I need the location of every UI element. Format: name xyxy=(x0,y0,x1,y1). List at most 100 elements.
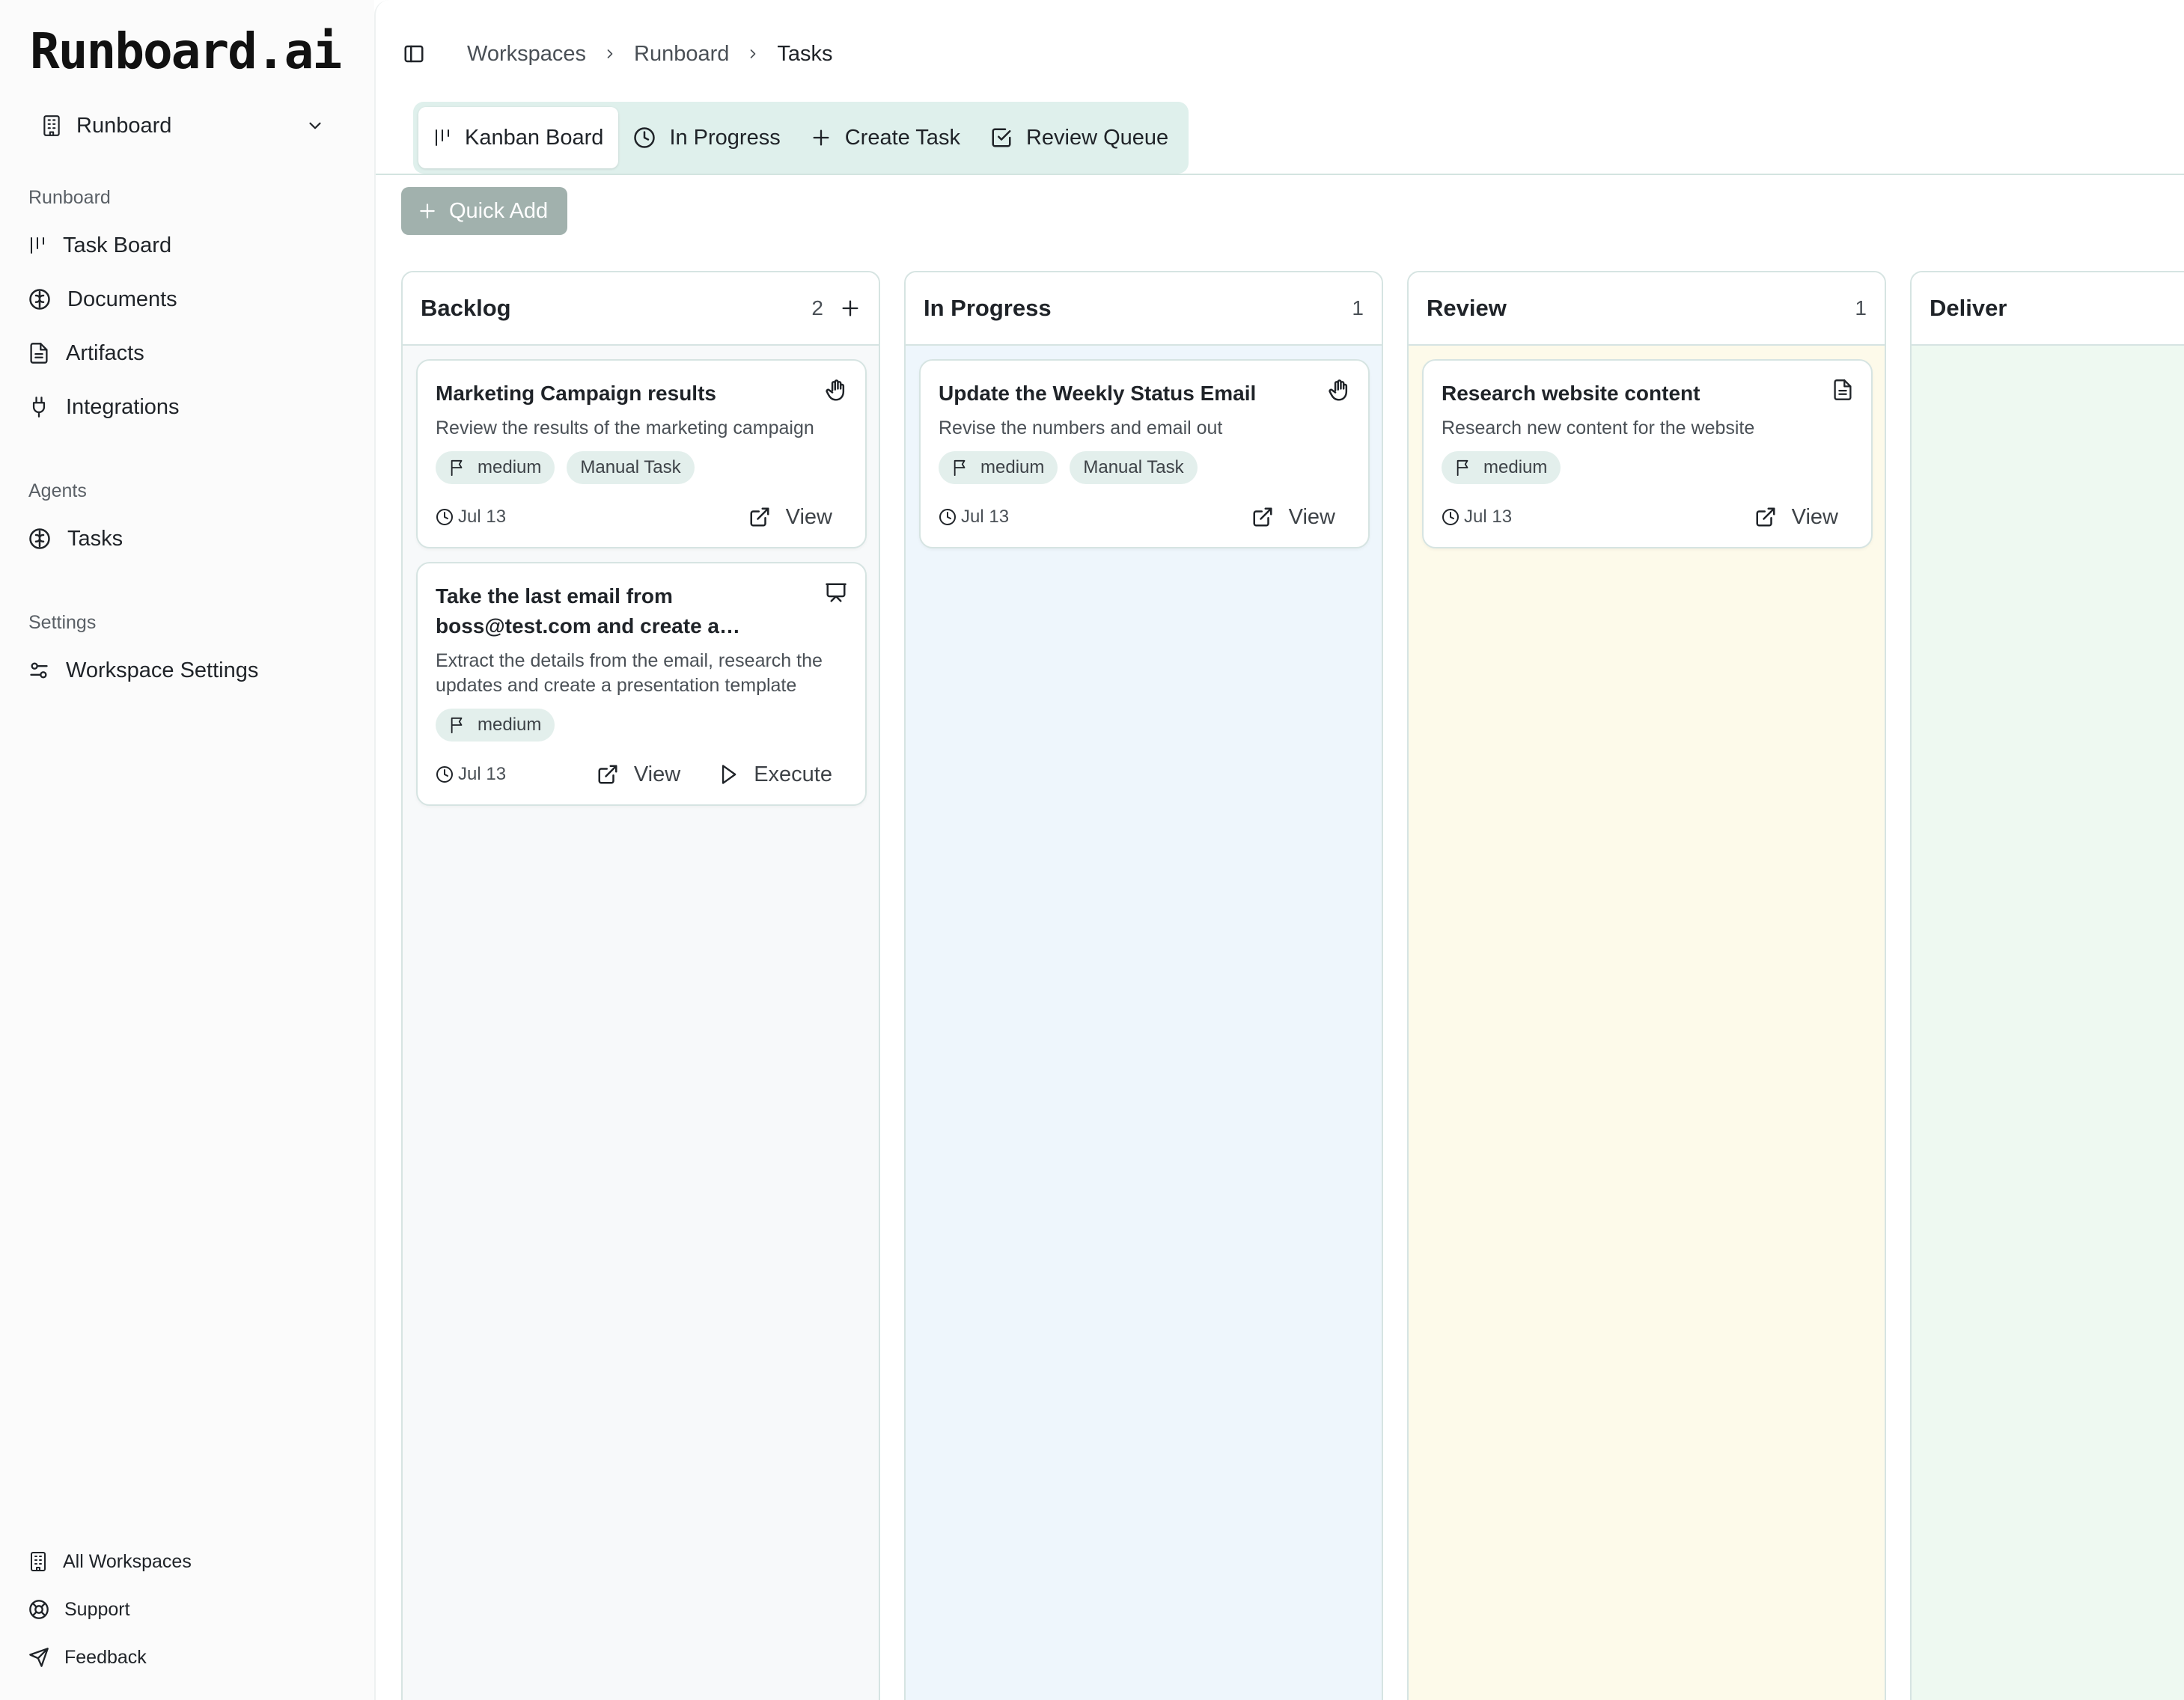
sidebar-item-label: Artifacts xyxy=(66,340,144,365)
breadcrumb-workspaces[interactable]: Workspaces xyxy=(467,42,586,67)
task-card[interactable]: Marketing Campaign results Review the re… xyxy=(416,359,867,548)
clock-icon xyxy=(939,508,957,526)
tag-label: Manual Task xyxy=(580,457,681,477)
task-card[interactable]: Take the last email from boss@test.com a… xyxy=(416,562,867,806)
card-date: Jul 13 xyxy=(939,507,1215,528)
workspace-select-value: Runboard xyxy=(76,113,172,138)
quick-add-button[interactable]: Quick Add xyxy=(401,187,567,235)
column-backlog: Backlog 2 Marketing Campaign results Rev… xyxy=(401,271,880,1700)
external-link-icon xyxy=(1754,506,1777,528)
column-title: In Progress xyxy=(924,295,1052,321)
card-description: Extract the details from the email, rese… xyxy=(436,650,823,696)
footer-item-label: All Workspaces xyxy=(63,1550,192,1572)
view-button[interactable]: View xyxy=(1251,505,1350,530)
breadcrumb-runboard[interactable]: Runboard xyxy=(634,42,729,67)
workspace-select[interactable]: Runboard xyxy=(30,102,337,150)
kanban-icon xyxy=(28,236,46,255)
task-card[interactable]: Update the Weekly Status Email Revise th… xyxy=(919,359,1370,548)
sidebar-item-integrations[interactable]: Integrations xyxy=(28,385,343,429)
column-header: Review 1 xyxy=(1409,272,1885,346)
check-square-icon xyxy=(990,126,1013,149)
flag-icon xyxy=(1455,459,1471,477)
brain-icon xyxy=(28,288,51,311)
sidebar-item-documents[interactable]: Documents xyxy=(28,277,343,322)
plug-icon xyxy=(28,396,49,418)
sidebar-item-tasks[interactable]: Tasks xyxy=(28,516,343,561)
task-card[interactable]: Research website content Research new co… xyxy=(1422,359,1873,548)
date-label: Jul 13 xyxy=(1464,507,1513,527)
sidebar-item-label: Documents xyxy=(67,287,177,311)
column-deliver: Deliver xyxy=(1910,271,2184,1700)
tab-label: In Progress xyxy=(669,125,781,150)
brand-logo: Runboard.ai xyxy=(30,22,342,80)
clock-icon xyxy=(633,126,656,149)
view-button[interactable]: View xyxy=(597,762,695,787)
kanban-icon xyxy=(433,128,451,147)
clock-icon xyxy=(436,765,454,783)
column-in-progress: In Progress 1 Update the Weekly Status E… xyxy=(904,271,1383,1700)
tab-label: Kanban Board xyxy=(465,125,604,150)
file-text-icon xyxy=(1832,379,1853,401)
tab-in-progress[interactable]: In Progress xyxy=(618,107,795,168)
column-review: Review 1 Research website content Resear… xyxy=(1407,271,1886,1700)
view-label: View xyxy=(1791,504,1838,529)
flag-icon xyxy=(449,716,466,734)
view-label: View xyxy=(633,762,681,786)
section-title-settings: Settings xyxy=(28,612,97,633)
clock-icon xyxy=(436,508,454,526)
tag-label: medium xyxy=(1483,457,1548,477)
building-icon xyxy=(28,1551,48,1572)
plus-icon xyxy=(418,201,437,221)
sidebar-item-label: Task Board xyxy=(63,233,172,257)
tab-create-task[interactable]: Create Task xyxy=(796,107,975,168)
external-link-icon xyxy=(597,763,619,786)
column-body: Research website content Research new co… xyxy=(1409,346,1885,1700)
priority-tag: medium xyxy=(939,451,1058,484)
sidebar-footer-support[interactable]: Support xyxy=(28,1591,343,1628)
breadcrumb-tasks: Tasks xyxy=(777,41,833,66)
sidebar-footer-feedback[interactable]: Feedback xyxy=(28,1639,343,1676)
building-icon xyxy=(42,114,61,137)
execute-label: Execute xyxy=(754,762,832,786)
add-card-icon[interactable] xyxy=(840,298,861,319)
priority-tag: medium xyxy=(436,709,555,742)
column-body: Update the Weekly Status Email Revise th… xyxy=(906,346,1382,1700)
tag-label: Manual Task xyxy=(1083,457,1184,477)
card-description: Research new content for the website xyxy=(1442,418,1755,438)
card-title: Update the Weekly Status Email xyxy=(939,382,1257,405)
sidebar-item-task-board[interactable]: Task Board xyxy=(28,223,343,268)
send-icon xyxy=(28,1647,49,1668)
date-label: Jul 13 xyxy=(961,507,1010,527)
tab-review-queue[interactable]: Review Queue xyxy=(975,107,1183,168)
card-title: Research website content xyxy=(1442,382,1700,405)
sidebar-item-workspace-settings[interactable]: Workspace Settings xyxy=(28,648,343,693)
tab-label: Create Task xyxy=(844,125,960,150)
date-label: Jul 13 xyxy=(458,764,507,784)
view-button[interactable]: View xyxy=(748,505,847,530)
sidebar-item-artifacts[interactable]: Artifacts xyxy=(28,331,343,376)
settings-sliders-icon xyxy=(28,660,49,681)
flag-icon xyxy=(449,459,466,477)
brain-icon xyxy=(28,528,51,550)
column-header: Backlog 2 xyxy=(403,272,879,346)
card-title: Marketing Campaign results xyxy=(436,382,716,405)
card-description: Review the results of the marketing camp… xyxy=(436,418,814,438)
sidebar-footer-all-workspaces[interactable]: All Workspaces xyxy=(28,1543,343,1580)
tabs-divider xyxy=(376,174,2184,175)
chevron-right-icon xyxy=(603,46,617,61)
view-button[interactable]: View xyxy=(1754,505,1853,530)
sidebar-toggle-icon[interactable] xyxy=(403,43,425,65)
view-label: View xyxy=(1288,504,1335,529)
chevron-down-icon[interactable] xyxy=(305,116,325,135)
play-icon xyxy=(718,763,739,786)
external-link-icon xyxy=(748,506,771,528)
tab-label: Review Queue xyxy=(1025,125,1169,150)
card-title-line: boss@test.com and create a… xyxy=(436,614,740,638)
external-link-icon xyxy=(1251,506,1274,528)
execute-button[interactable]: Execute xyxy=(718,762,847,787)
tab-kanban-board[interactable]: Kanban Board xyxy=(418,107,619,168)
presentation-icon xyxy=(825,581,847,604)
file-text-icon xyxy=(28,342,49,364)
tag-label: medium xyxy=(478,457,542,477)
card-date: Jul 13 xyxy=(436,764,597,785)
